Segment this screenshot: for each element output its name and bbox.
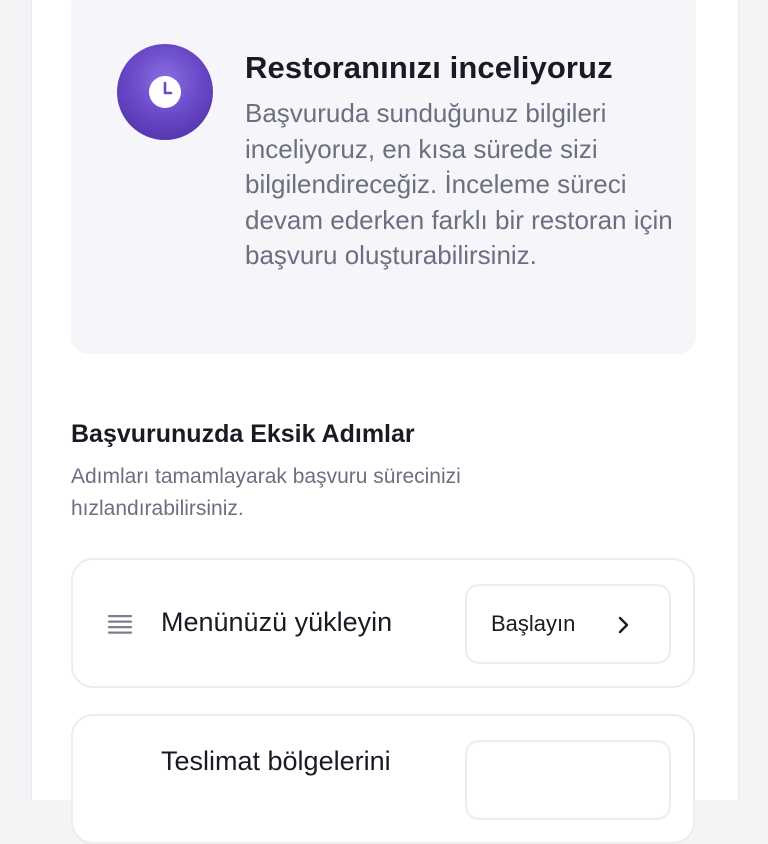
start-button-label: Başlayın (491, 611, 576, 636)
review-title: Restoranınızı inceliyoruz (245, 50, 613, 85)
step-card-delivery-zones: Teslimat bölgelerini (71, 714, 695, 844)
step-label: Menünüzü yükleyin (161, 607, 393, 637)
missing-steps-title: Başvurunuzda Eksik Adımlar (71, 420, 415, 448)
chevron-right-icon (615, 616, 631, 634)
step-button-partial[interactable] (465, 740, 671, 820)
clock-icon (117, 44, 213, 140)
start-button[interactable]: Başlayın (465, 584, 671, 664)
review-description: Başvuruda sunduğunuz bilgileri inceliyor… (245, 98, 673, 271)
menu-list-icon (107, 612, 133, 638)
missing-steps-description: Adımları tamamlayarak başvuru sürecinizi… (71, 465, 461, 520)
step-card-upload-menu: Menünüzü yükleyin Başlayın (71, 558, 695, 688)
step-label: Teslimat bölgelerini (161, 746, 391, 776)
